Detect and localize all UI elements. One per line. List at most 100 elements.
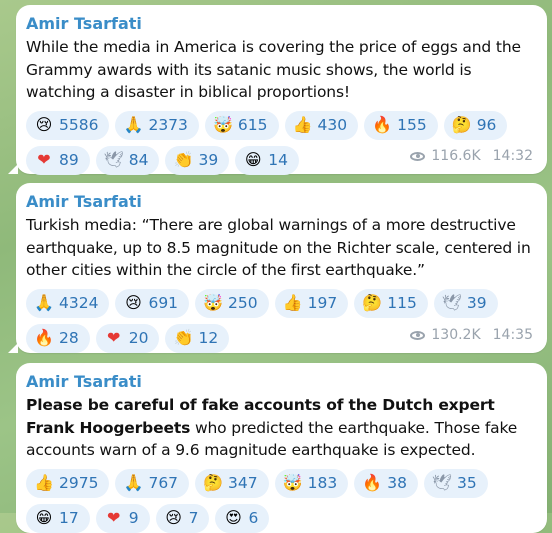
reaction-chip[interactable]: 🤯 615 <box>204 110 279 140</box>
red-heart-icon: ❤ <box>37 150 51 169</box>
reaction-count: 39 <box>198 151 219 169</box>
message-time: 14:35 <box>492 327 533 343</box>
reaction-chip[interactable]: 🙏 767 <box>115 468 190 498</box>
reaction-chip[interactable]: 👍 430 <box>284 110 359 140</box>
eye-icon <box>410 151 426 161</box>
channel-message[interactable]: Amir Tsarfati While the media in America… <box>8 5 547 175</box>
reaction-chip[interactable]: 😢 691 <box>115 288 190 318</box>
reaction-chip[interactable]: 🕊 35 <box>423 468 488 498</box>
exploding-head-icon: 🤯 <box>282 473 303 492</box>
reaction-count: 691 <box>148 294 179 312</box>
reaction-chip[interactable]: 🔥 38 <box>354 468 418 498</box>
reaction-chip[interactable]: 🤔 347 <box>195 468 269 498</box>
dove-icon: 🕊 <box>441 293 463 312</box>
reaction-count: 347 <box>228 474 258 492</box>
reaction-chip[interactable]: 🙏 4324 <box>26 288 110 318</box>
reaction-count: 2373 <box>148 116 188 134</box>
exploding-head-icon: 🤯 <box>203 293 223 312</box>
grinning-face-icon: 😁 <box>35 508 53 527</box>
channel-message[interactable]: Amir Tsarfati Turkish media: “There are … <box>8 183 547 353</box>
reaction-count: 96 <box>476 116 497 134</box>
dove-icon: 🕊 <box>103 150 125 169</box>
reaction-chip[interactable]: ❤ 20 <box>95 323 160 353</box>
thumbs-up-icon: 👍 <box>292 115 313 134</box>
reaction-chip[interactable]: 👍 197 <box>274 288 349 318</box>
reaction-count: 5586 <box>59 116 99 134</box>
message-meta: 130.2K 14:35 <box>410 327 533 343</box>
reaction-chip[interactable]: 🤔 115 <box>354 288 428 318</box>
view-count: 130.2K <box>431 327 481 343</box>
reaction-count: 2975 <box>59 474 99 492</box>
fire-icon: 🔥 <box>362 473 383 492</box>
clapping-hands-icon: 👏 <box>173 328 194 347</box>
thinking-face-icon: 🤔 <box>203 473 223 492</box>
sender-name[interactable]: Amir Tsarfati <box>26 14 537 34</box>
reaction-chip[interactable]: 😢 5586 <box>26 110 110 140</box>
message-text: Turkish media: “There are global warning… <box>26 216 531 279</box>
reaction-chip[interactable]: 👍 2975 <box>26 468 110 498</box>
reaction-chip[interactable]: 👏 39 <box>165 145 230 175</box>
reaction-chip[interactable]: 👏 12 <box>165 323 230 353</box>
dove-icon: 🕊 <box>431 473 453 492</box>
red-heart-icon: ❤ <box>107 508 121 527</box>
view-count: 116.6K <box>431 148 481 164</box>
eye-icon <box>410 330 426 340</box>
fire-icon: 🔥 <box>372 115 393 134</box>
thumbs-up-icon: 👍 <box>282 293 303 312</box>
reaction-count: 250 <box>228 294 258 312</box>
reaction-chip[interactable]: 🤔 96 <box>443 110 508 140</box>
reaction-count: 89 <box>59 151 79 169</box>
reaction-count: 6 <box>248 509 259 527</box>
reaction-count: 7 <box>188 509 199 527</box>
reaction-count: 38 <box>387 474 407 492</box>
reaction-chip[interactable]: 😁 14 <box>235 145 299 175</box>
reaction-count: 430 <box>317 116 348 134</box>
reaction-count: 84 <box>128 151 149 169</box>
reactions-bar: 😢 5586 🙏 2373 🤯 615 👍 430 🔥 155 🤔 96 ❤ 89 🕊 84 👏… <box>26 110 546 175</box>
reaction-chip[interactable]: 🔥 155 <box>364 110 438 140</box>
sender-name[interactable]: Amir Tsarfati <box>26 192 537 212</box>
red-heart-icon: ❤ <box>107 328 121 347</box>
praying-hands-icon: 🙏 <box>123 115 144 134</box>
reaction-chip[interactable]: 🕊 84 <box>95 145 160 175</box>
praying-hands-icon: 🙏 <box>123 473 144 492</box>
reaction-count: 115 <box>387 294 417 312</box>
reaction-count: 17 <box>59 509 79 527</box>
reaction-count: 197 <box>307 294 338 312</box>
thinking-face-icon: 🤔 <box>451 115 472 134</box>
channel-message[interactable]: Amir Tsarfati Please be careful of fake … <box>16 363 547 533</box>
thinking-face-icon: 🤔 <box>362 293 383 312</box>
reaction-chip[interactable]: 😁 17 <box>26 503 90 533</box>
heart-eyes-icon: 😍 <box>225 508 242 527</box>
message-meta: 116.6K 14:32 <box>410 148 533 164</box>
message-text: While the media in America is covering t… <box>26 38 521 101</box>
crying-face-icon: 😢 <box>35 115 53 134</box>
reaction-chip[interactable]: 😍 6 <box>215 503 270 533</box>
reaction-chip[interactable]: ❤ 9 <box>95 503 150 533</box>
reaction-chip[interactable]: 🤯 183 <box>274 468 349 498</box>
exploding-head-icon: 🤯 <box>212 115 233 134</box>
reaction-chip[interactable]: 🤯 250 <box>195 288 269 318</box>
reaction-count: 4324 <box>59 294 99 312</box>
thumbs-up-icon: 👍 <box>34 473 54 492</box>
praying-hands-icon: 🙏 <box>34 293 54 312</box>
message-text: Please be careful of fake accounts of th… <box>26 394 537 462</box>
reaction-count: 28 <box>59 329 79 347</box>
reaction-chip[interactable]: ❤ 89 <box>26 145 90 175</box>
reaction-count: 767 <box>148 474 179 492</box>
reaction-count: 155 <box>397 116 427 134</box>
reaction-chip[interactable]: 🕊 39 <box>433 288 498 318</box>
reaction-count: 39 <box>466 294 487 312</box>
reaction-count: 183 <box>307 474 338 492</box>
reaction-chip[interactable]: 😢 7 <box>155 503 210 533</box>
reaction-count: 12 <box>198 329 219 347</box>
grinning-face-icon: 😁 <box>244 150 262 169</box>
message-time: 14:32 <box>492 148 533 164</box>
reactions-bar: 👍 2975 🙏 767 🤔 347 🤯 183 🔥 38 🕊 35 😁 17 ❤ 9 😢 7 😍… <box>26 468 546 533</box>
reaction-count: 9 <box>128 509 139 527</box>
reaction-count: 20 <box>128 329 149 347</box>
reaction-chip[interactable]: 🙏 2373 <box>115 110 199 140</box>
fire-icon: 🔥 <box>34 328 54 347</box>
reaction-chip[interactable]: 🔥 28 <box>26 323 90 353</box>
sender-name[interactable]: Amir Tsarfati <box>26 372 537 392</box>
